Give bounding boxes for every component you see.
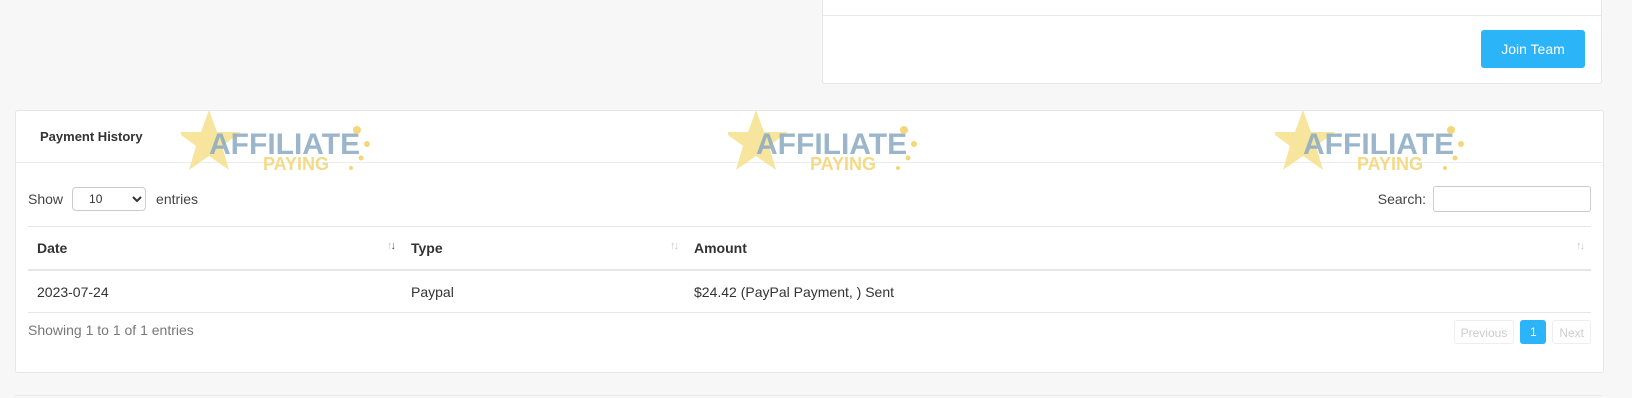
entries-length-control: Show 10 entries xyxy=(28,187,198,211)
sort-icon: ↑↓ xyxy=(387,240,396,252)
length-suffix-label: entries xyxy=(156,191,199,207)
sort-icon: ↑↓ xyxy=(1576,240,1585,252)
table-header-row: Date ↑↓ Type ↑↓ Amount ↑↓ xyxy=(28,226,1591,271)
table-info: Showing 1 to 1 of 1 entries xyxy=(28,322,194,338)
column-header-date[interactable]: Date ↑↓ xyxy=(28,226,402,271)
column-header-type[interactable]: Type ↑↓ xyxy=(402,226,685,271)
affiliate-paying-logo: AFFILIATE PAYING xyxy=(181,110,370,174)
search-input[interactable] xyxy=(1433,186,1591,212)
previous-page-button[interactable]: Previous xyxy=(1453,320,1515,344)
card-header: Payment History AFFILIATE PAYING AFFILIA… xyxy=(16,110,1603,174)
sort-icon: ↑↓ xyxy=(670,240,679,252)
svg-text:PAYING: PAYING xyxy=(810,154,876,174)
next-page-button[interactable]: Next xyxy=(1552,320,1591,344)
pagination: Previous 1 Next xyxy=(1453,320,1591,344)
table-row: 2023-07-24 Paypal $24.42 (PayPal Payment… xyxy=(28,270,1591,313)
next-section-border xyxy=(15,395,1602,396)
affiliate-paying-logo: AFFILIATE PAYING xyxy=(728,110,917,174)
search-label: Search: xyxy=(1377,191,1426,207)
cell-date: 2023-07-24 xyxy=(28,270,402,313)
entries-per-page-select[interactable]: 10 xyxy=(72,187,147,211)
payment-table: Date ↑↓ Type ↑↓ Amount ↑↓ 2023-07-24 Pay… xyxy=(28,226,1591,313)
cell-type: Paypal xyxy=(402,270,685,313)
affiliate-paying-logo: AFFILIATE PAYING xyxy=(1275,110,1464,174)
length-prefix-label: Show xyxy=(28,191,64,207)
team-card-divider xyxy=(823,15,1601,16)
page-title: Payment History xyxy=(40,129,143,144)
column-header-amount[interactable]: Amount ↑↓ xyxy=(685,226,1591,271)
team-card: Join Team xyxy=(822,0,1602,84)
cell-amount: $24.42 (PayPal Payment, ) Sent xyxy=(685,270,1591,313)
search-control: Search: xyxy=(1378,186,1591,212)
join-team-button[interactable]: Join Team xyxy=(1481,30,1585,68)
svg-text:PAYING: PAYING xyxy=(1357,154,1423,174)
page-1-button[interactable]: 1 xyxy=(1520,320,1547,344)
payment-history-card: Payment History AFFILIATE PAYING AFFILIA… xyxy=(15,110,1604,373)
svg-text:PAYING: PAYING xyxy=(263,154,329,174)
